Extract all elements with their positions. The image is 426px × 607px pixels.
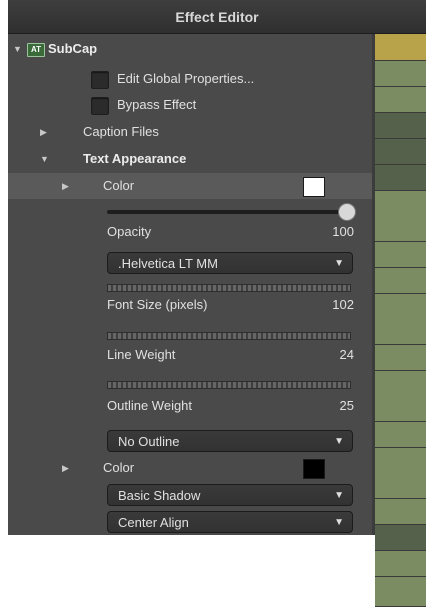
timeline-segment[interactable] [375, 268, 426, 294]
disclosure-expanded-icon[interactable]: ▼ [13, 36, 22, 62]
effect-header-row[interactable]: ▼ AT SubCap [8, 36, 372, 62]
timeline-track-strip[interactable] [372, 34, 426, 607]
effect-name: SubCap [48, 41, 98, 56]
effect-editor-window: Effect Editor ▼ AT SubCap Edit Global Pr… [8, 0, 426, 607]
caption-files-label: Caption Files [83, 124, 159, 139]
edit-global-properties-label: Edit Global Properties... [117, 71, 255, 86]
font-dropdown[interactable]: .Helvetica LT MM ▼ [107, 252, 353, 274]
timeline-segment[interactable] [375, 294, 426, 345]
line-weight-row: Line Weight 24 [8, 342, 372, 368]
disclosure-collapsed-icon[interactable]: ▶ [62, 455, 69, 481]
timeline-segment[interactable] [375, 577, 426, 607]
outline-color-label: Color [103, 460, 135, 475]
line-weight-value: 24 [339, 347, 354, 362]
outline-mode-dropdown[interactable]: No Outline ▼ [107, 430, 353, 452]
outline-weight-row: Outline Weight 25 [8, 393, 372, 419]
outline-mode-value: No Outline [118, 434, 180, 449]
text-appearance-row[interactable]: ▼ Text Appearance [8, 146, 372, 172]
timeline-segment[interactable] [375, 242, 426, 268]
timeline-segment[interactable] [375, 191, 426, 242]
chevron-down-icon: ▼ [334, 517, 344, 528]
caption-files-row[interactable]: ▶ Caption Files [8, 119, 372, 145]
font-dropdown-value: .Helvetica LT MM [118, 256, 218, 271]
shadow-dropdown[interactable]: Basic Shadow ▼ [107, 484, 353, 506]
timeline-segment[interactable] [375, 61, 426, 87]
line-weight-slider[interactable] [107, 332, 351, 340]
font-size-row: Font Size (pixels) 102 [8, 292, 372, 318]
outline-color-swatch[interactable] [303, 459, 325, 479]
outline-weight-label: Outline Weight [107, 398, 193, 413]
opacity-label: Opacity [107, 224, 152, 239]
effect-parameters-panel: ▼ AT SubCap Edit Global Properties... By… [8, 34, 372, 535]
outline-color-row[interactable]: ▶ Color [8, 455, 372, 481]
text-color-label: Color [103, 178, 135, 193]
text-color-row[interactable]: ▶ Color [8, 173, 372, 199]
timeline-segment[interactable] [375, 165, 426, 191]
effect-badge-icon: AT [27, 43, 45, 57]
timeline-segment[interactable] [375, 499, 426, 525]
disclosure-collapsed-icon[interactable]: ▶ [40, 119, 47, 145]
disclosure-expanded-icon[interactable]: ▼ [40, 146, 49, 172]
outline-weight-value: 25 [339, 398, 354, 413]
font-size-value: 102 [332, 297, 354, 312]
line-weight-label: Line Weight [107, 347, 176, 362]
timeline-segment[interactable] [375, 345, 426, 371]
text-appearance-label: Text Appearance [83, 151, 187, 166]
timeline-segment[interactable] [375, 139, 426, 165]
chevron-down-icon: ▼ [334, 490, 344, 501]
timeline-segment[interactable] [375, 113, 426, 139]
timeline-segment[interactable] [375, 448, 426, 499]
align-dropdown[interactable]: Center Align ▼ [107, 511, 353, 533]
bypass-effect-row[interactable]: Bypass Effect [8, 92, 372, 118]
outline-weight-slider[interactable] [107, 381, 351, 389]
align-value: Center Align [118, 515, 189, 530]
opacity-slider-track[interactable] [107, 210, 347, 214]
font-size-slider[interactable] [107, 284, 351, 292]
shadow-value: Basic Shadow [118, 488, 201, 503]
disclosure-collapsed-icon[interactable]: ▶ [62, 173, 69, 199]
timeline-segment[interactable] [375, 34, 426, 61]
chevron-down-icon: ▼ [334, 258, 344, 269]
opacity-row: Opacity 100 [8, 219, 372, 245]
bypass-effect-checkbox[interactable] [91, 97, 109, 115]
opacity-value: 100 [332, 224, 354, 239]
font-size-label: Font Size (pixels) [107, 297, 208, 312]
timeline-segment[interactable] [375, 371, 426, 422]
timeline-segment[interactable] [375, 525, 426, 551]
timeline-segment[interactable] [375, 87, 426, 113]
chevron-down-icon: ▼ [334, 436, 344, 447]
timeline-segment[interactable] [375, 551, 426, 577]
text-color-swatch[interactable] [303, 177, 325, 197]
edit-global-properties-row[interactable]: Edit Global Properties... [8, 66, 372, 92]
edit-global-properties-checkbox[interactable] [91, 71, 109, 89]
window-title: Effect Editor [8, 0, 426, 34]
timeline-segment[interactable] [375, 422, 426, 448]
bypass-effect-label: Bypass Effect [117, 97, 197, 112]
